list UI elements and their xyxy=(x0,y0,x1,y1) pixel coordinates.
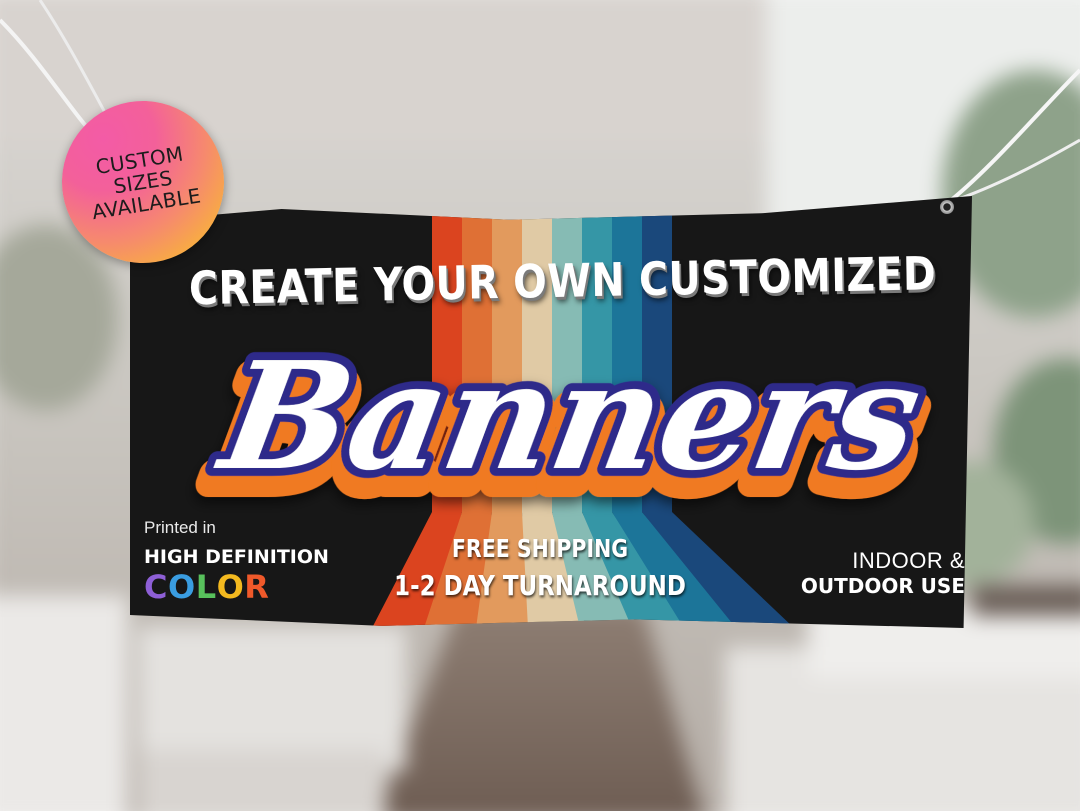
photo-scene: CREATE YOUR OWN CUSTOMIZED Banners Banne… xyxy=(0,0,1080,811)
print-quality-caption: Printed in HIGH DEFINITION COLOR xyxy=(144,518,364,606)
color-letter: O xyxy=(216,568,245,606)
free-shipping-text: FREE SHIPPING xyxy=(451,534,629,563)
outdoor-use-text: OUTDOOR USE xyxy=(800,574,965,598)
usage-caption: INDOOR & OUTDOOR USE xyxy=(760,548,965,598)
color-letter: R xyxy=(244,568,270,606)
banners-wordmark: Banners Banners Banners xyxy=(170,322,960,533)
wordmark-fill: Banners xyxy=(206,330,932,504)
high-definition-label: HIGH DEFINITION xyxy=(144,546,329,568)
color-letter: O xyxy=(167,568,196,606)
printed-in-label: Printed in xyxy=(144,518,216,537)
shipping-caption: FREE SHIPPING 1-2 DAY TURNAROUND xyxy=(360,534,720,602)
color-word: COLOR xyxy=(144,568,364,606)
right-grommet-icon xyxy=(940,200,954,214)
indoor-text: INDOOR & xyxy=(852,548,965,573)
color-letter: C xyxy=(144,568,168,606)
vinyl-banner: CREATE YOUR OWN CUSTOMIZED Banners Banne… xyxy=(130,196,972,628)
turnaround-text: 1-2 DAY TURNAROUND xyxy=(394,569,686,602)
color-letter: L xyxy=(195,568,217,606)
